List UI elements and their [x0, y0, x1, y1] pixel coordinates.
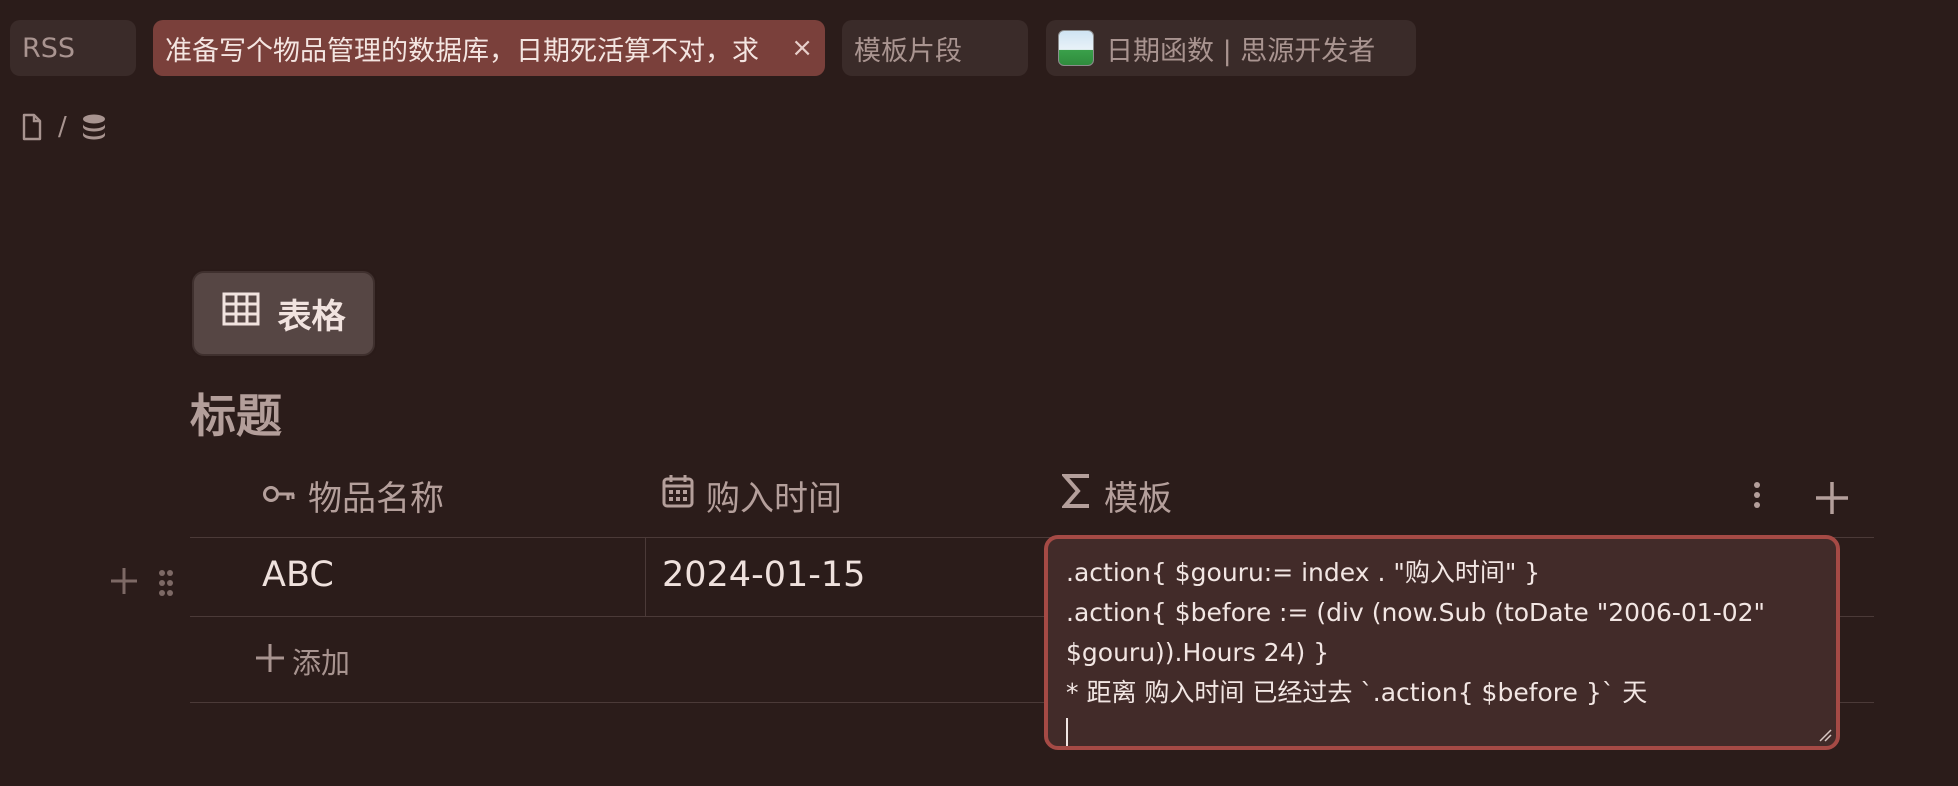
editor-line: $gouru)).Hours 24) } [1066, 638, 1330, 667]
cell-divider [645, 538, 646, 616]
add-column-plus-icon[interactable] [1814, 480, 1850, 520]
tab-rss[interactable]: RSS [10, 20, 136, 76]
document-icon[interactable] [20, 113, 44, 141]
key-icon [262, 475, 296, 515]
editor-line: .action{ $before := (div (now.Sub (toDat… [1066, 598, 1766, 627]
plus-icon [254, 642, 286, 681]
breadcrumb: / [20, 112, 107, 142]
resize-grip-icon[interactable] [1818, 728, 1832, 742]
column-header-template[interactable]: 模板 [1060, 460, 1172, 530]
tab-label: 准备写个物品管理的数据库，日期死活算不对，求 [165, 35, 759, 67]
table-view-button[interactable]: 表格 [192, 271, 375, 356]
tab-label: 日期函数 | 思源开发者 [1106, 35, 1376, 67]
calendar-icon [662, 474, 694, 517]
tab-date-functions[interactable]: 日期函数 | 思源开发者 [1046, 20, 1416, 76]
text-caret [1066, 718, 1068, 746]
editor-cursor-line [1066, 713, 1818, 746]
tab-label: 模板片段 [854, 35, 962, 67]
drag-handle-icon[interactable] [158, 562, 174, 606]
add-row-plus-icon[interactable] [110, 560, 138, 604]
add-row-button[interactable]: 添加 [254, 640, 350, 682]
add-row-label: 添加 [292, 646, 351, 680]
table-grid-icon [222, 292, 260, 335]
more-options-icon[interactable] [1752, 482, 1762, 512]
tab-label: RSS [22, 32, 76, 64]
editor-line: .action{ $gouru:= index . "购入时间" } [1066, 558, 1541, 587]
database-icon[interactable] [81, 113, 107, 141]
tab-template-snippet[interactable]: 模板片段 [842, 20, 1028, 76]
tab-bar: RSS 准备写个物品管理的数据库，日期死活算不对，求 × 模板片段 日期函数 |… [0, 0, 1958, 96]
view-label: 表格 [277, 297, 346, 337]
cell-item-name[interactable]: ABC [262, 555, 334, 595]
cell-purchase-date[interactable]: 2024-01-15 [662, 555, 865, 595]
tab-active-post[interactable]: 准备写个物品管理的数据库，日期死活算不对，求 × [153, 20, 825, 76]
database-title[interactable]: 标题 [190, 380, 282, 446]
template-editor[interactable]: .action{ $gouru:= index . "购入时间" } .acti… [1044, 535, 1840, 750]
column-label: 购入时间 [706, 478, 842, 519]
close-icon[interactable]: × [791, 33, 813, 63]
breadcrumb-separator: / [58, 112, 67, 142]
sigma-icon [1060, 473, 1092, 518]
column-label: 模板 [1104, 478, 1172, 519]
column-label: 物品名称 [308, 478, 444, 519]
column-header-name[interactable]: 物品名称 [262, 460, 444, 530]
editor-line: * 距离 购入时间 已经过去 `.action{ $before }` 天 [1066, 678, 1648, 707]
image-favicon-icon [1058, 30, 1094, 66]
column-header-date[interactable]: 购入时间 [662, 460, 842, 530]
